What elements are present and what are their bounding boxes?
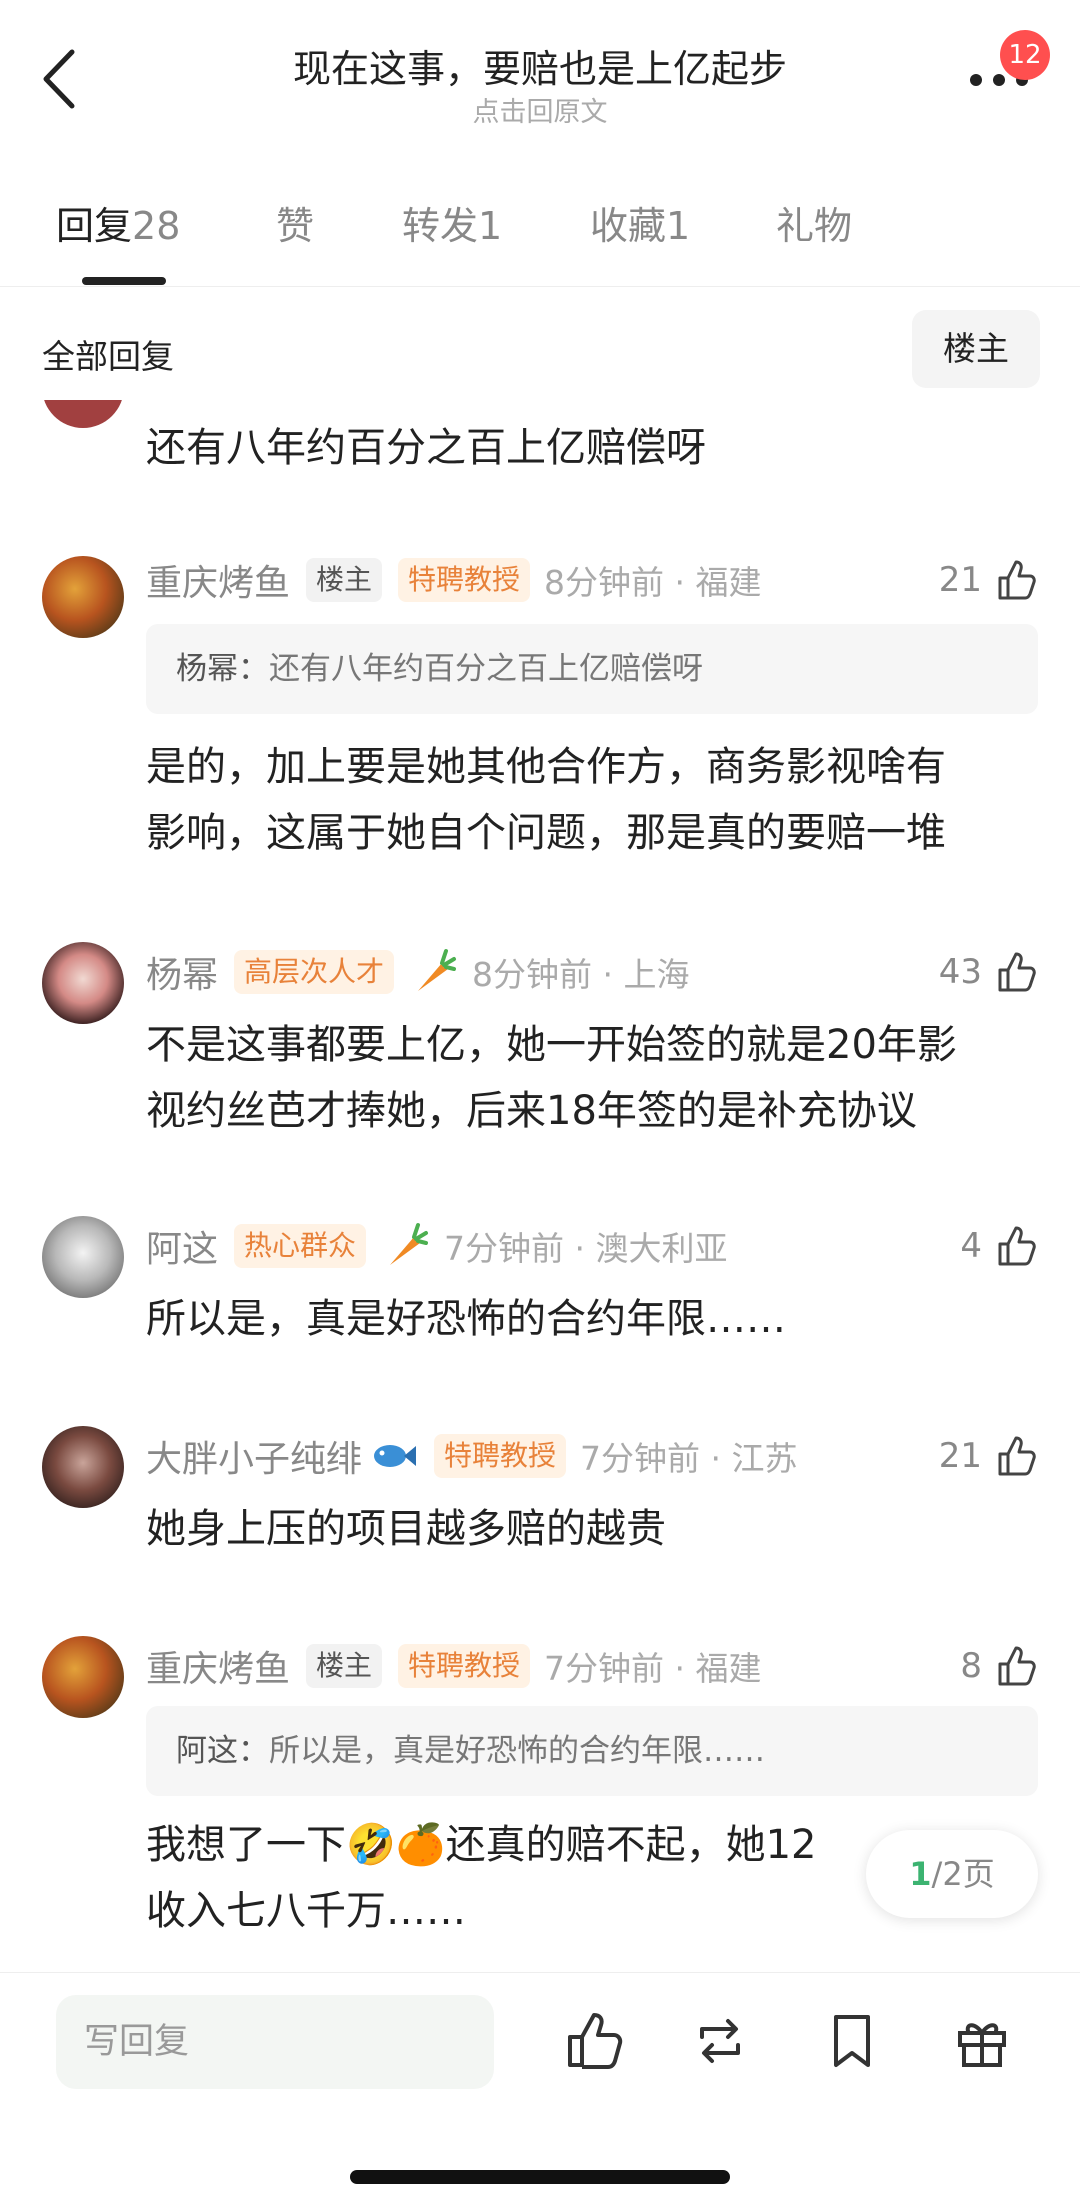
comment-meta: 重庆烤鱼 楼主 特聘教授 8分钟前 · 福建 xyxy=(146,554,762,606)
tab-reposts[interactable]: 转发1 xyxy=(402,195,502,250)
comment-text-line: 视约丝芭才捧她，后来18年签的是补充协议 xyxy=(146,1088,917,1134)
tab-count: 1 xyxy=(478,204,503,248)
comment-time: 7分钟前 · 福建 xyxy=(544,1649,762,1688)
comment-time: 7分钟前 · 澳大利亚 xyxy=(444,1229,728,1268)
like-count: 43 xyxy=(938,952,982,992)
comment-text-line: 所以是，真是好恐怖的合约年限…… xyxy=(146,1296,786,1342)
avatar[interactable] xyxy=(42,942,124,1024)
quote-author: 阿这： xyxy=(176,1733,269,1769)
user-title-tag: 特聘教授 xyxy=(398,1644,531,1688)
section-title: 全部回复 xyxy=(42,337,174,376)
comment-body: 所以是，真是好恐怖的合约年限…… xyxy=(146,1286,1046,1352)
tab-count: 28 xyxy=(132,204,181,248)
total-pages: /2页 xyxy=(931,1855,995,1893)
bookmark-icon[interactable] xyxy=(820,2009,884,2073)
tab-likes[interactable]: 赞 xyxy=(276,195,314,250)
tab-label: 礼物 xyxy=(776,204,853,248)
owner-filter-button[interactable]: 楼主 xyxy=(912,310,1040,388)
tab-count: 1 xyxy=(666,204,691,248)
tab-replies[interactable]: 回复28 xyxy=(56,195,180,250)
like-count: 4 xyxy=(960,1226,982,1266)
comment-body: 她身上压的项目越多赔的越贵 xyxy=(146,1496,1046,1562)
bottom-action-bar: 写回复 xyxy=(0,1972,1080,2201)
comment-time: 8分钟前 · 福建 xyxy=(544,563,762,602)
quote-text: 所以是，真是好恐怖的合约年限…… xyxy=(269,1733,765,1769)
tab-bar: 回复28 赞 转发1 收藏1 礼物 xyxy=(0,195,1080,287)
active-tab-indicator xyxy=(82,277,166,285)
user-title-tag: 高层次人才 xyxy=(234,950,395,994)
username[interactable]: 重庆烤鱼 xyxy=(146,554,290,606)
top-nav-bar: 现在这事，要赔也是上亿起步 点击回原文 12 xyxy=(0,0,1080,150)
gift-icon[interactable] xyxy=(950,2009,1014,2073)
like-button[interactable]: 4 xyxy=(960,1220,1038,1272)
reply-input[interactable]: 写回复 xyxy=(56,1995,494,2089)
comment-text-line: 影响，这属于她自个问题，那是真的要赔一堆 xyxy=(146,810,946,856)
username[interactable]: 阿这 xyxy=(146,1220,218,1272)
like-button[interactable]: 43 xyxy=(939,946,1038,998)
avatar[interactable] xyxy=(42,1636,124,1718)
tab-label: 收藏 xyxy=(590,204,667,248)
repost-icon[interactable] xyxy=(688,2009,752,2073)
owner-tag: 楼主 xyxy=(306,1644,383,1688)
avatar[interactable] xyxy=(42,1216,124,1298)
comment-body: 不是这事都要上亿，她一开始签的就是20年影 视约丝芭才捧她，后来18年签的是补充… xyxy=(146,1012,1046,1144)
comment-time: 8分钟前 · 上海 xyxy=(472,955,690,994)
fish-icon xyxy=(374,1445,417,1467)
thumbs-up-icon[interactable] xyxy=(562,2009,626,2073)
comment-text-line: 她身上压的项目越多赔的越贵 xyxy=(146,1506,666,1552)
user-title-tag: 特聘教授 xyxy=(434,1434,567,1478)
thumbs-up-icon xyxy=(998,1226,1036,1266)
tab-label: 转发 xyxy=(402,204,479,248)
quote-text: 还有八年约百分之百上亿赔偿呀 xyxy=(269,651,703,687)
tab-favorites[interactable]: 收藏1 xyxy=(590,195,690,250)
comment-body: 是的，加上要是她其他合作方，商务影视啥有 影响，这属于她自个问题，那是真的要赔一… xyxy=(146,734,1046,866)
comment-text-line: 不是这事都要上亿，她一开始签的就是20年影 xyxy=(146,1022,957,1068)
comment-meta: 大胖小子纯绯 特聘教授 7分钟前 · 江苏 xyxy=(146,1430,798,1482)
carrot-icon xyxy=(390,1223,429,1265)
username[interactable]: 大胖小子纯绯 xyxy=(146,1430,362,1482)
user-title-tag: 特聘教授 xyxy=(398,558,531,602)
username[interactable]: 杨幂 xyxy=(146,946,218,998)
notification-badge: 12 xyxy=(1000,30,1050,80)
tab-label: 赞 xyxy=(276,204,315,248)
thumbs-up-icon xyxy=(998,560,1036,600)
like-count: 8 xyxy=(960,1646,982,1686)
back-to-original-link[interactable]: 点击回原文 xyxy=(0,90,1080,129)
thumbs-up-icon xyxy=(998,1436,1036,1476)
comment-meta: 杨幂 高层次人才 8分钟前 · 上海 xyxy=(146,946,690,998)
like-button[interactable]: 21 xyxy=(939,1430,1038,1482)
current-page: 1 xyxy=(909,1855,932,1893)
page-indicator[interactable]: 1/2页 xyxy=(866,1830,1038,1918)
tab-label: 回复 xyxy=(56,204,133,248)
like-button[interactable]: 21 xyxy=(939,554,1038,606)
quoted-reply[interactable]: 杨幂：还有八年约百分之百上亿赔偿呀 xyxy=(146,624,1038,714)
avatar[interactable] xyxy=(42,1426,124,1508)
comment-text-line: 是的，加上要是她其他合作方，商务影视啥有 xyxy=(146,744,946,790)
comment-text: 还有八年约百分之百上亿赔偿呀 xyxy=(146,425,706,471)
quoted-reply[interactable]: 阿这：所以是，真是好恐怖的合约年限…… xyxy=(146,1706,1038,1796)
like-button[interactable]: 8 xyxy=(960,1640,1038,1692)
thumbs-up-icon xyxy=(998,1646,1036,1686)
carrot-icon xyxy=(418,949,457,991)
post-title[interactable]: 现在这事，要赔也是上亿起步 xyxy=(0,38,1080,93)
like-count: 21 xyxy=(938,560,982,600)
owner-tag: 楼主 xyxy=(306,558,383,602)
comment-time: 7分钟前 · 江苏 xyxy=(580,1439,798,1478)
home-indicator xyxy=(350,2170,730,2184)
tab-gifts[interactable]: 礼物 xyxy=(776,195,852,250)
thumbs-up-icon xyxy=(998,952,1036,992)
like-count: 21 xyxy=(938,1436,982,1476)
avatar[interactable] xyxy=(42,556,124,638)
username[interactable]: 重庆烤鱼 xyxy=(146,1640,290,1692)
comment-meta: 阿这 热心群众 7分钟前 · 澳大利亚 xyxy=(146,1220,728,1272)
quote-author: 杨幂： xyxy=(176,651,269,687)
user-title-tag: 热心群众 xyxy=(234,1224,367,1268)
comment-meta: 重庆烤鱼 楼主 特聘教授 7分钟前 · 福建 xyxy=(146,1640,762,1692)
